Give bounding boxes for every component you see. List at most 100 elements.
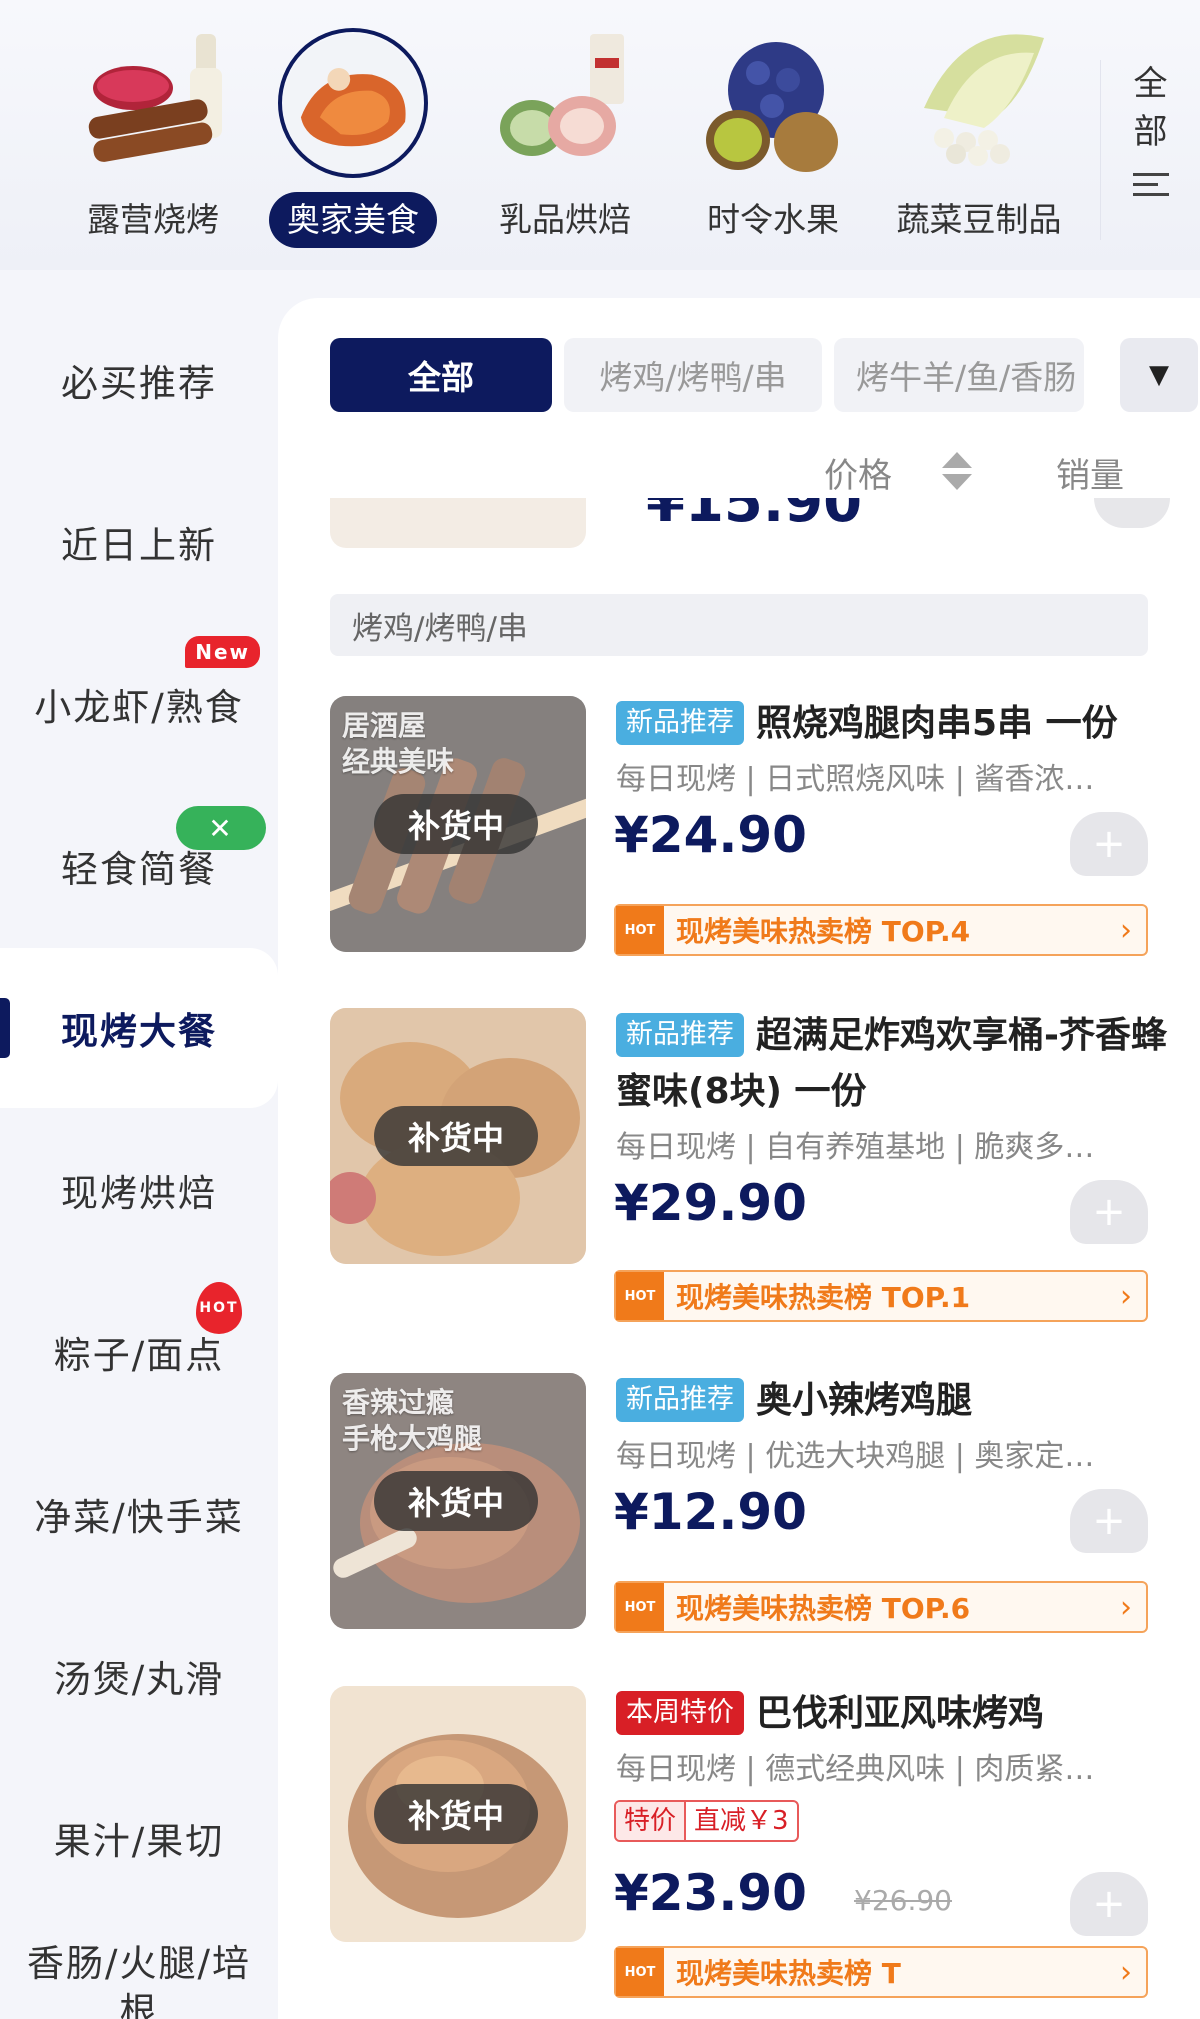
sidebar-item-label: 香肠/火腿/培根 <box>27 1942 251 2019</box>
product-desc: 每日现烤 | 自有养殖基地 | 脆爽多… <box>616 1130 1095 1165</box>
ranking-link[interactable]: HOT 现烤美味热卖榜 TOP.6 › <box>614 1581 1148 1633</box>
product-desc: 每日现烤 | 德式经典风味 | 肉质紧… <box>616 1752 1095 1787</box>
top-category-bbq[interactable]: 露营烧烤 <box>58 28 248 258</box>
sidebar-item-label: 汤煲/丸滑 <box>53 1658 225 1701</box>
add-to-cart-button[interactable]: + <box>1070 1489 1148 1553</box>
filter-tab-beef-lamb[interactable]: 烤牛羊/鱼/香肠 <box>834 338 1084 412</box>
hot-flame-icon: HOT <box>616 1948 664 1996</box>
ranking-link[interactable]: HOT 现烤美味热卖榜 T › <box>614 1946 1148 1998</box>
ranking-text: 现烤美味热卖榜 TOP.6 <box>676 1592 971 1625</box>
ranking-text: 现烤美味热卖榜 TOP.1 <box>676 1281 971 1314</box>
sidebar-item-zongzi[interactable]: 粽子/面点 HOT <box>0 1272 278 1432</box>
product-price: ¥15.90 <box>646 498 863 535</box>
product-desc: 每日现烤 | 日式照烧风味 | 酱香浓… <box>616 762 1095 797</box>
chevron-down-icon[interactable]: ▼ <box>1120 338 1198 412</box>
bakery-icon <box>490 28 640 178</box>
new-product-tag: 新品推荐 <box>616 701 744 745</box>
original-price: ¥26.90 <box>854 1884 952 1917</box>
filter-tabs: 全部 烤鸡/烤鸭/串 烤牛羊/鱼/香肠 ▼ <box>330 338 1198 412</box>
product-title: 本周特价 巴伐利亚风味烤鸡 <box>616 1686 1170 1742</box>
hot-badge: HOT <box>196 1282 242 1334</box>
top-category-fruit[interactable]: 时令水果 <box>678 28 868 258</box>
new-product-tag: 新品推荐 <box>616 1378 744 1422</box>
hot-flame-icon: HOT <box>616 1272 664 1320</box>
sidebar-item-roast-bakery[interactable]: 现烤烘焙 <box>0 1110 278 1270</box>
promo-discount: 直减￥3 <box>694 1806 789 1836</box>
product-card[interactable]: 居酒屋 经典美味 补货中 新品推荐 照烧鸡腿肉串5串 一份 每日现烤 | 日式照烧风… <box>330 696 1170 996</box>
ranking-text: 现烤美味热卖榜 TOP.4 <box>676 915 971 948</box>
chevron-right-icon: › <box>1120 912 1132 948</box>
sort-arrows-icon[interactable] <box>942 452 972 490</box>
filter-tab-chicken-duck[interactable]: 烤鸡/烤鸭/串 <box>564 338 822 412</box>
menu-icon <box>1132 166 1169 203</box>
all-categories-label-bottom: 部 <box>1133 112 1168 152</box>
top-category-roast[interactable]: 奥家美食 <box>258 28 448 258</box>
top-category-label: 蔬菜豆制品 <box>896 200 1062 239</box>
product-image: 补货中 <box>330 1686 586 1942</box>
restocking-badge: 补货中 <box>374 794 538 854</box>
product-image: 香辣过瘾 手枪大鸡腿 补货中 <box>330 1373 586 1629</box>
all-categories-label-top: 全 <box>1133 64 1168 104</box>
product-card[interactable]: 补货中 新品推荐 超满足炸鸡欢享桶-芥香蜂蜜味(8块) 一份 每日现烤 | 自有养… <box>330 1008 1170 1322</box>
category-sidebar: 必买推荐 近日上新 小龙虾/熟食 New 轻食简餐 ✕ 现烤大餐 现烤烘焙 粽子… <box>0 300 278 2019</box>
vegetable-icon <box>904 28 1054 178</box>
ranking-link[interactable]: HOT 现烤美味热卖榜 TOP.1 › <box>614 1270 1148 1322</box>
product-price: ¥24.90 <box>614 806 807 864</box>
all-categories-button[interactable]: 全 部 <box>1100 60 1200 240</box>
ranking-link[interactable]: HOT 现烤美味热卖榜 TOP.4 › <box>614 904 1148 956</box>
product-desc: 每日现烤 | 优选大块鸡腿 | 奥家定… <box>616 1439 1095 1474</box>
sidebar-item-light-meals[interactable]: 轻食简餐 ✕ <box>0 786 278 946</box>
product-price: ¥29.90 <box>614 1174 807 1232</box>
new-badge: New <box>185 636 260 668</box>
sidebar-item-label: 近日上新 <box>61 524 217 567</box>
promo-label: 特价 <box>616 1802 687 1840</box>
sort-by-price[interactable]: 价格 <box>824 448 892 497</box>
product-image: 居酒屋 经典美味 补货中 <box>330 696 586 952</box>
image-caption: 香辣过瘾 手枪大鸡腿 <box>342 1386 483 1455</box>
top-category-bakery[interactable]: 乳品烘焙 <box>470 28 660 258</box>
product-image: 补货中 <box>330 1008 586 1264</box>
sidebar-item-label: 果汁/果切 <box>53 1820 225 1863</box>
sidebar-item-prepped-veg[interactable]: 净菜/快手菜 <box>0 1434 278 1594</box>
sidebar-item-new-arrivals[interactable]: 近日上新 <box>0 462 278 622</box>
add-to-cart-button[interactable] <box>1094 498 1170 528</box>
filter-tab-all[interactable]: 全部 <box>330 338 552 412</box>
top-category-strip: 露营烧烤 奥家美食 乳品烘焙 时令水果 蔬菜豆制品 全 部 <box>0 0 1200 270</box>
product-card[interactable]: 补货中 本周特价 巴伐利亚风味烤鸡 每日现烤 | 德式经典风味 | 肉质紧… 特价… <box>330 1686 1170 1998</box>
chevron-right-icon: › <box>1120 1954 1132 1990</box>
chevron-right-icon: › <box>1120 1589 1132 1625</box>
sidebar-item-sausage[interactable]: 香肠/火腿/培根 <box>0 1920 278 2019</box>
weekly-special-tag: 本周特价 <box>616 1691 744 1735</box>
product-image <box>330 498 586 548</box>
sidebar-item-label: 现烤大餐 <box>61 1010 217 1053</box>
top-category-label: 乳品烘焙 <box>499 200 631 239</box>
product-title: 新品推荐 照烧鸡腿肉串5串 一份 <box>616 696 1170 752</box>
fork-knife-icon: ✕ <box>176 806 266 850</box>
image-caption: 居酒屋 经典美味 <box>342 709 455 778</box>
sort-by-sales[interactable]: 销量 <box>1056 448 1124 497</box>
sidebar-item-roast-meals[interactable]: 现烤大餐 <box>0 948 278 1108</box>
add-to-cart-button[interactable]: + <box>1070 1180 1148 1244</box>
top-category-label: 露营烧烤 <box>87 200 219 239</box>
previous-product-partial: ¥15.90 <box>330 498 1170 558</box>
roast-chicken-icon <box>278 28 428 178</box>
restocking-badge: 补货中 <box>374 1471 538 1531</box>
ranking-text: 现烤美味热卖榜 T <box>676 1957 901 1990</box>
bbq-icon <box>78 28 228 178</box>
restocking-badge: 补货中 <box>374 1106 538 1166</box>
product-card[interactable]: 香辣过瘾 手枪大鸡腿 补货中 新品推荐 奥小辣烤鸡腿 每日现烤 | 优选大块鸡腿 |… <box>330 1373 1170 1673</box>
sidebar-item-crayfish[interactable]: 小龙虾/熟食 New <box>0 624 278 784</box>
hot-flame-icon: HOT <box>616 906 664 954</box>
sidebar-item-label: 小龙虾/熟食 <box>34 686 244 729</box>
top-category-vegetable[interactable]: 蔬菜豆制品 <box>884 28 1074 258</box>
top-category-label: 奥家美食 <box>269 192 437 248</box>
sidebar-item-juice[interactable]: 果汁/果切 <box>0 1758 278 1918</box>
product-price: ¥12.90 <box>614 1483 807 1541</box>
add-to-cart-button[interactable]: + <box>1070 812 1148 876</box>
sidebar-item-label: 必买推荐 <box>61 362 217 405</box>
product-panel: 全部 烤鸡/烤鸭/串 烤牛羊/鱼/香肠 ▼ 价格 销量 ¥15.90 烤鸡/烤鸭… <box>278 298 1200 2019</box>
sidebar-item-must-buy[interactable]: 必买推荐 <box>0 300 278 460</box>
add-to-cart-button[interactable]: + <box>1070 1872 1148 1936</box>
sidebar-item-soups[interactable]: 汤煲/丸滑 <box>0 1596 278 1756</box>
sidebar-item-label: 净菜/快手菜 <box>34 1496 244 1539</box>
